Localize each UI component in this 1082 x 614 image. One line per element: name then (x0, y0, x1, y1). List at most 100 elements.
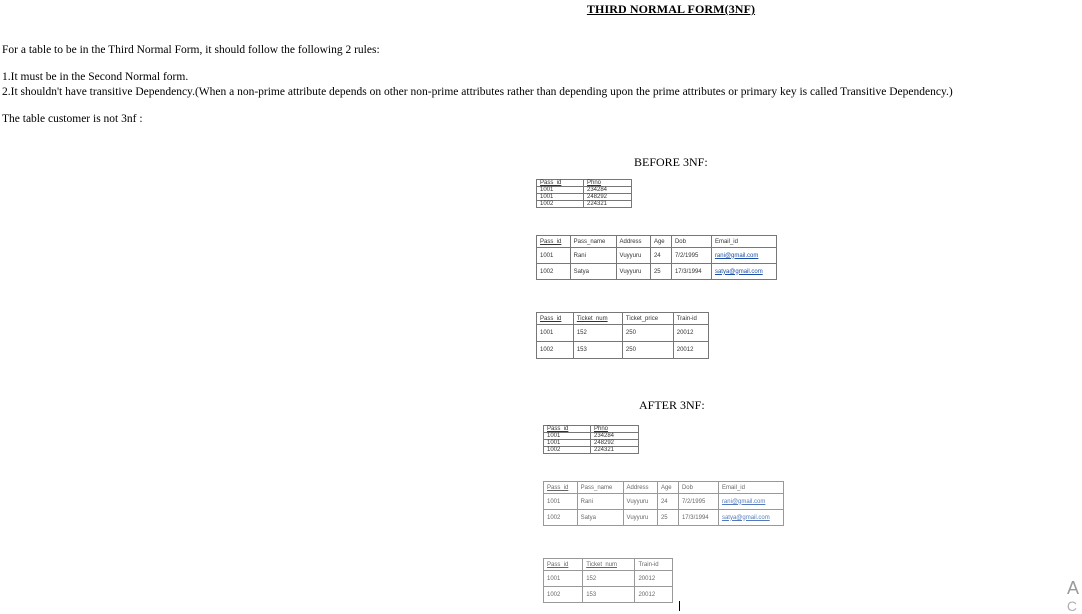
table-header-cell: Pass_id (542, 558, 584, 571)
table-header-cell: Ticket_price (621, 312, 674, 325)
table-cell: 1001 (543, 493, 578, 510)
table-header-row: Pass_id Pass_name Address Age Dob Email_… (536, 235, 778, 248)
table-cell: 248292 (590, 439, 639, 447)
table-cell: Vuyyuru (615, 247, 651, 264)
table-cell: 234284 (590, 432, 639, 440)
table-cell: 7/2/1995 (670, 247, 712, 264)
before-ticket-table: Pass_id Ticket_num Ticket_price Train-id… (536, 312, 710, 359)
table-cell: Rani (576, 493, 624, 510)
table-cell: 153 (572, 341, 623, 359)
edge-character: A (1066, 578, 1079, 598)
table-header-cell: Email_id (717, 481, 785, 494)
table-cell: 25 (656, 509, 679, 526)
table-cell: Vuyyuru (622, 509, 658, 526)
table-cell: 25 (649, 263, 672, 280)
table-header-cell: Pass_id (543, 425, 591, 433)
email-link[interactable]: rani@gmail.com (710, 247, 778, 264)
table-cell: 1001 (543, 432, 591, 440)
table-cell: 1001 (536, 324, 574, 342)
table-cell: 20012 (634, 570, 673, 587)
edge-character: C (1066, 598, 1077, 614)
before-heading: BEFORE 3NF: (634, 155, 708, 169)
table-header-row: Pass_id Phno (543, 425, 639, 433)
table-cell: 224321 (590, 446, 639, 454)
table-cell: 1001 (543, 439, 591, 447)
table-row: 1001 152 250 20012 (536, 324, 710, 342)
table-cell: 1002 (543, 509, 578, 526)
table-cell: 153 (582, 586, 636, 603)
table-row: 1002 224321 (536, 200, 632, 208)
table-cell: 250 (621, 341, 674, 359)
table-row: 1001 Rani Vuyyuru 24 7/2/1995 rani@gmail… (536, 247, 778, 264)
before-passenger-table: Pass_id Pass_name Address Age Dob Email_… (536, 235, 778, 280)
table-header-cell: Pass_id (536, 179, 584, 187)
table-cell: 224321 (583, 200, 632, 208)
table-cell: 7/2/1995 (677, 493, 719, 510)
table-header-cell: Address (615, 235, 651, 248)
table-header-cell: Pass_name (569, 235, 617, 248)
table-cell: 152 (572, 324, 623, 342)
table-cell: 24 (649, 247, 672, 264)
table-row: 1001 234284 (543, 432, 639, 440)
table-cell: Satya (569, 263, 617, 280)
table-header-cell: Dob (677, 481, 719, 494)
table-header-cell: Pass_id (543, 481, 578, 494)
table-cell: 20012 (672, 324, 710, 342)
table-cell: 20012 (634, 586, 673, 603)
table-row: 1002 153 250 20012 (536, 341, 710, 359)
table-header-cell: Pass_id (536, 235, 571, 248)
table-row: 1001 248292 (536, 193, 632, 201)
table-cell: Satya (576, 509, 624, 526)
table-cell: 234284 (583, 186, 632, 194)
table-row: 1001 Rani Vuyyuru 24 7/2/1995 rani@gmail… (543, 493, 785, 510)
table-cell: 1001 (536, 247, 571, 264)
table-cell: 248292 (583, 193, 632, 201)
after-ticket-table: Pass_id Ticket_num Train-id 1001 152 200… (542, 558, 673, 603)
table-cell: Rani (569, 247, 617, 264)
table-cell: 250 (621, 324, 674, 342)
table-header-cell: Phno (583, 179, 632, 187)
table-row: 1001 248292 (543, 439, 639, 447)
table-header-row: Pass_id Phno (536, 179, 632, 187)
table-cell: Vuyyuru (615, 263, 651, 280)
rule-1-text: 1.It must be in the Second Normal form. (2, 71, 189, 83)
email-link[interactable]: rani@gmail.com (717, 493, 785, 510)
intro-text: For a table to be in the Third Normal Fo… (2, 44, 380, 56)
rule-2-text: 2.It shouldn't have transitive Dependenc… (2, 86, 953, 98)
table-header-cell: Pass_id (536, 312, 574, 325)
table-cell: 152 (582, 570, 636, 587)
table-cell: 1002 (536, 263, 571, 280)
table-row: 1002 224321 (543, 446, 639, 454)
table-cell: 17/3/1994 (670, 263, 712, 280)
table-header-row: Pass_id Ticket_num Train-id (542, 558, 673, 571)
table-header-cell: Email_id (710, 235, 778, 248)
table-header-cell: Age (656, 481, 679, 494)
table-cell: 24 (656, 493, 679, 510)
table-header-cell: Address (622, 481, 658, 494)
table-header-row: Pass_id Pass_name Address Age Dob Email_… (543, 481, 785, 494)
table-row: 1002 Satya Vuyyuru 25 17/3/1994 satya@gm… (543, 509, 785, 526)
table-cell: 1002 (536, 341, 574, 359)
table-header-cell: Pass_name (576, 481, 624, 494)
note-text: The table customer is not 3nf : (2, 113, 143, 125)
email-link[interactable]: satya@gmail.com (710, 263, 778, 280)
after-heading: AFTER 3NF: (639, 398, 705, 412)
table-cell: 17/3/1994 (677, 509, 719, 526)
table-cell: 1001 (542, 570, 584, 587)
table-header-cell: Train-id (634, 558, 673, 571)
table-header-row: Pass_id Ticket_num Ticket_price Train-id (536, 312, 710, 325)
table-header-cell: Ticket_num (582, 558, 636, 571)
table-cell: 1001 (536, 186, 584, 194)
email-link[interactable]: satya@gmail.com (717, 509, 785, 526)
table-cell: 1002 (536, 200, 584, 208)
after-phone-table: Pass_id Phno 1001 234284 1001 248292 100… (543, 425, 639, 454)
text-cursor (679, 601, 680, 611)
table-cell: Vuyyuru (622, 493, 658, 510)
table-row: 1001 152 20012 (542, 570, 673, 587)
table-header-cell: Dob (670, 235, 712, 248)
table-header-cell: Ticket_num (572, 312, 623, 325)
table-header-cell: Train-id (672, 312, 710, 325)
table-row: 1002 153 20012 (542, 586, 673, 603)
table-cell: 1001 (536, 193, 584, 201)
table-cell: 1002 (543, 446, 591, 454)
